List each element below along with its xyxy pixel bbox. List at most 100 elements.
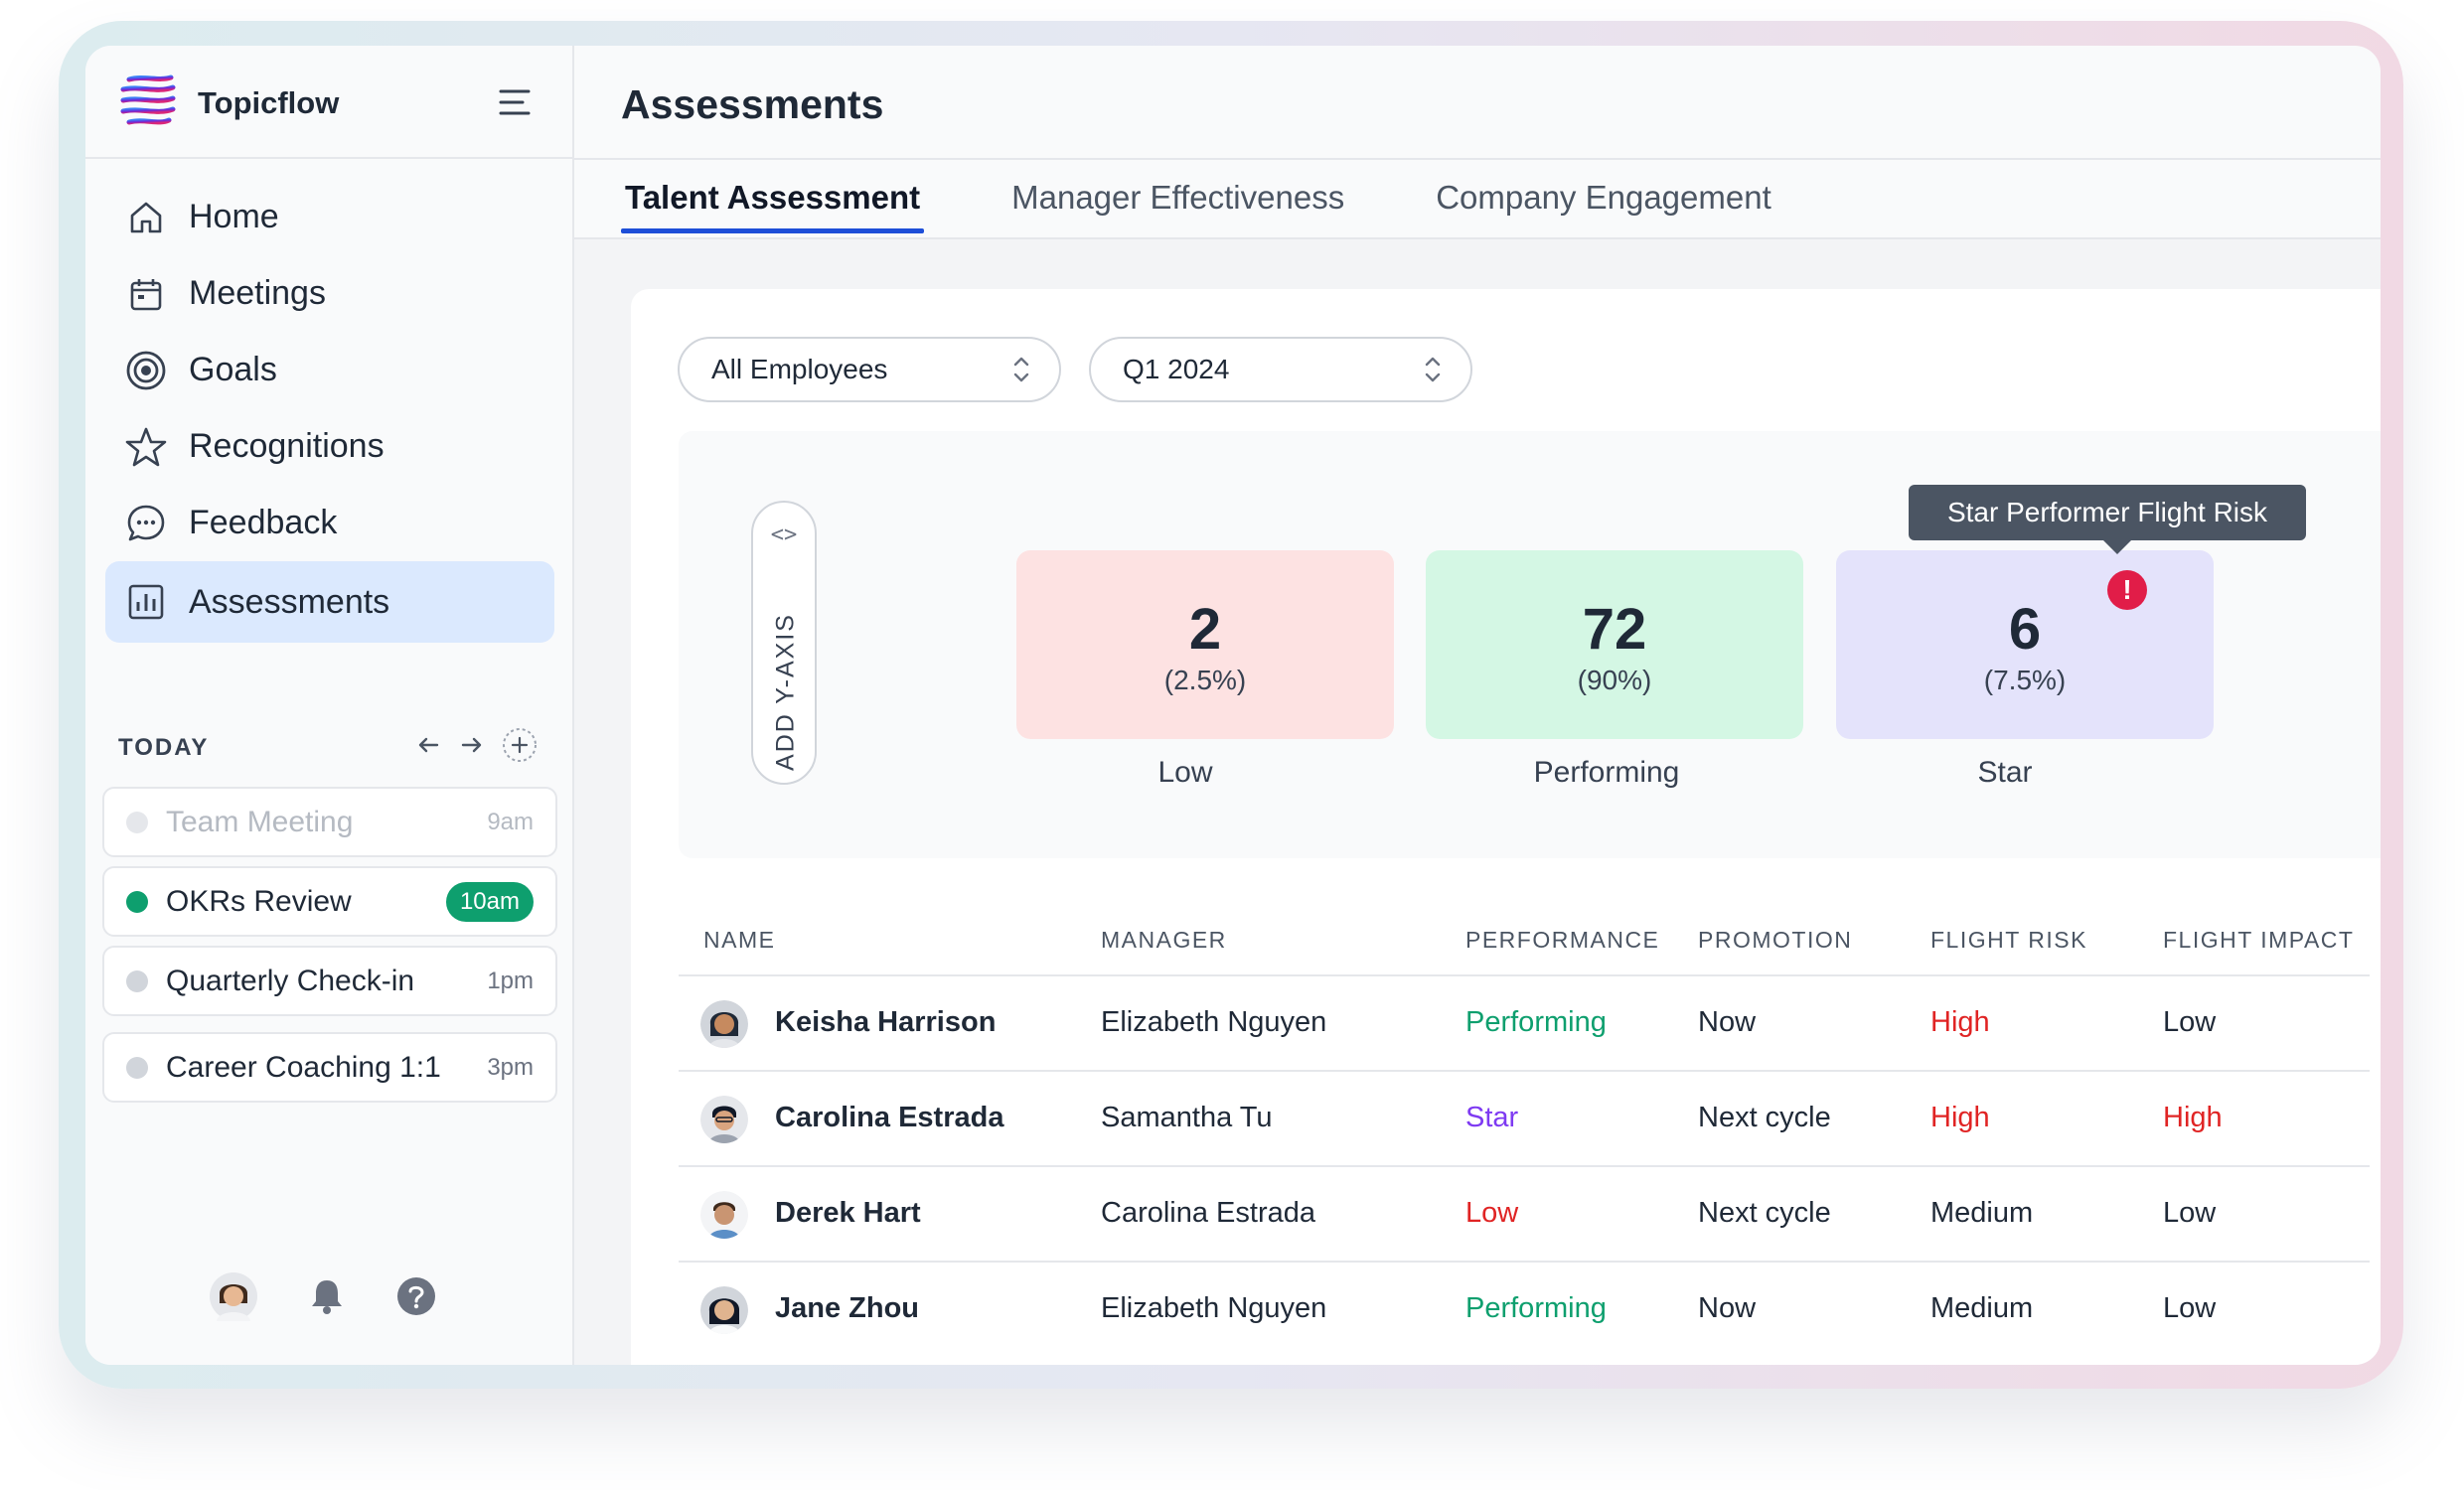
tab-talent-assessment[interactable]: Talent Assessment (621, 179, 925, 233)
tab-bar: Talent Assessment Manager Effectiveness … (621, 179, 1859, 233)
performance-value: Low (1465, 1197, 1519, 1229)
sidebar-item-label: Meetings (189, 274, 326, 312)
help-icon[interactable] (395, 1275, 437, 1317)
sidebar-item-label: Recognitions (189, 427, 385, 465)
box-percent: (2.5%) (1163, 665, 1247, 695)
target-icon (125, 350, 167, 391)
manager-name: Elizabeth Nguyen (1101, 1292, 1327, 1324)
matrix-box-low[interactable]: 2 (2.5%) (1016, 550, 1394, 739)
assessment-card: All Employees Q1 2024 <> ADD Y-AXIS 2 (2… (631, 289, 2381, 1365)
add-y-axis-button[interactable]: <> ADD Y-AXIS (751, 501, 817, 785)
flight-impact-value: Low (2163, 1292, 2217, 1324)
flight-risk-value: High (1930, 1102, 1990, 1133)
home-icon (125, 197, 167, 238)
column-header-promotion[interactable]: PROMOTION (1698, 927, 1852, 954)
sidebar-item-label: Assessments (189, 582, 390, 621)
app-name: Topicflow (198, 85, 340, 120)
promotion-value: Next cycle (1698, 1197, 1831, 1229)
brand-header: Topicflow (85, 46, 574, 159)
star-icon (125, 426, 167, 468)
table-row[interactable]: Jane Zhou Elizabeth Nguyen Performing No… (679, 1263, 2370, 1358)
box-percent: (90%) (1577, 665, 1652, 695)
column-header-name[interactable]: NAME (703, 927, 775, 954)
event-status-dot (126, 890, 148, 913)
arrow-left-icon[interactable] (413, 730, 443, 760)
app-window: Topicflow Home Meetings Goals Recognitio… (85, 46, 2381, 1365)
event-item[interactable]: OKRs Review 10am (102, 866, 557, 937)
event-title: Career Coaching 1:1 (166, 1050, 441, 1084)
table-header: NAME MANAGER PERFORMANCE PROMOTION FLIGH… (679, 905, 2370, 976)
employee-name[interactable]: Derek Hart (775, 1197, 921, 1230)
matrix-box-performing[interactable]: 72 (90%) (1426, 550, 1803, 739)
today-controls (413, 726, 539, 764)
box-label: Star (1977, 756, 2033, 789)
sidebar-item-label: Goals (189, 351, 277, 388)
tab-manager-effectiveness[interactable]: Manager Effectiveness (1007, 179, 1348, 230)
event-item[interactable]: Team Meeting 9am (102, 787, 557, 857)
event-status-dot (126, 969, 148, 992)
code-brackets-icon: <> (770, 522, 798, 547)
table-row[interactable]: Keisha Harrison Elizabeth Nguyen Perform… (679, 976, 2370, 1072)
column-header-performance[interactable]: PERFORMANCE (1465, 927, 1659, 954)
employee-name[interactable]: Carolina Estrada (775, 1102, 1003, 1134)
flight-risk-value: Medium (1930, 1292, 2034, 1324)
hamburger-menu-icon[interactable] (499, 87, 531, 117)
avatar (700, 1191, 748, 1239)
sidebar-item-label: Feedback (189, 504, 338, 541)
box-count: 2 (1188, 597, 1222, 662)
event-time: 3pm (487, 1053, 534, 1081)
column-header-flight-risk[interactable]: FLIGHT RISK (1930, 927, 2087, 954)
sidebar-item-label: Home (189, 198, 279, 235)
event-title: Team Meeting (166, 805, 354, 838)
column-header-manager[interactable]: MANAGER (1101, 927, 1227, 954)
event-item[interactable]: Quarterly Check-in 1pm (102, 946, 557, 1016)
sidebar-item-home[interactable]: Home (105, 179, 554, 255)
flight-impact-value: Low (2163, 1197, 2217, 1229)
event-status-dot (126, 1056, 148, 1079)
promotion-value: Next cycle (1698, 1102, 1831, 1133)
bell-icon[interactable] (306, 1275, 348, 1317)
flight-impact-value: High (2163, 1102, 2223, 1133)
employees-filter-select[interactable]: All Employees (678, 337, 1061, 402)
box-label: Performing (1533, 756, 1680, 789)
flight-risk-tooltip: Star Performer Flight Risk (1909, 485, 2306, 554)
bar-chart-icon (125, 581, 167, 623)
tab-company-engagement[interactable]: Company Engagement (1432, 179, 1775, 230)
manager-name: Samantha Tu (1101, 1102, 1273, 1133)
tabs-divider (574, 237, 2381, 239)
employee-name[interactable]: Keisha Harrison (775, 1006, 996, 1039)
event-title: OKRs Review (166, 884, 352, 918)
performance-value: Performing (1465, 1006, 1607, 1038)
event-title: Quarterly Check-in (166, 964, 415, 997)
flight-risk-value: High (1930, 1006, 1990, 1038)
manager-name: Carolina Estrada (1101, 1197, 1315, 1229)
column-header-flight-impact[interactable]: FLIGHT IMPACT (2163, 927, 2354, 954)
box-percent: (7.5%) (1983, 665, 2067, 695)
matrix-box-star[interactable]: 6 (7.5%) (1836, 550, 2214, 739)
sidebar-item-meetings[interactable]: Meetings (105, 255, 554, 332)
employees-filter-value: All Employees (711, 354, 888, 384)
sidebar-item-goals[interactable]: Goals (105, 332, 554, 408)
topicflow-logo-icon (120, 74, 176, 125)
promotion-value: Now (1698, 1292, 1757, 1324)
promotion-value: Now (1698, 1006, 1757, 1038)
sidebar-item-feedback[interactable]: Feedback (105, 485, 554, 561)
event-item[interactable]: Career Coaching 1:1 3pm (102, 1032, 557, 1103)
event-time-badge: 10am (445, 881, 534, 922)
employee-name[interactable]: Jane Zhou (775, 1292, 919, 1325)
table-row[interactable]: Carolina Estrada Samantha Tu Star Next c… (679, 1072, 2370, 1167)
event-time: 1pm (487, 967, 534, 994)
header-divider (574, 158, 2381, 160)
sidebar-footer (209, 1271, 437, 1321)
sidebar-item-assessments[interactable]: Assessments (105, 561, 554, 643)
up-down-chevron-icon (1013, 357, 1029, 382)
sidebar-item-recognitions[interactable]: Recognitions (105, 408, 554, 485)
period-filter-select[interactable]: Q1 2024 (1089, 337, 1472, 402)
alert-icon[interactable]: ! (2107, 570, 2147, 610)
arrow-right-icon[interactable] (457, 730, 487, 760)
avatar[interactable] (209, 1271, 258, 1321)
table-row[interactable]: Derek Hart Carolina Estrada Low Next cyc… (679, 1167, 2370, 1263)
main-content: Assessments Talent Assessment Manager Ef… (574, 46, 2381, 1365)
flight-risk-value: Medium (1930, 1197, 2034, 1229)
add-event-icon[interactable] (501, 726, 539, 764)
